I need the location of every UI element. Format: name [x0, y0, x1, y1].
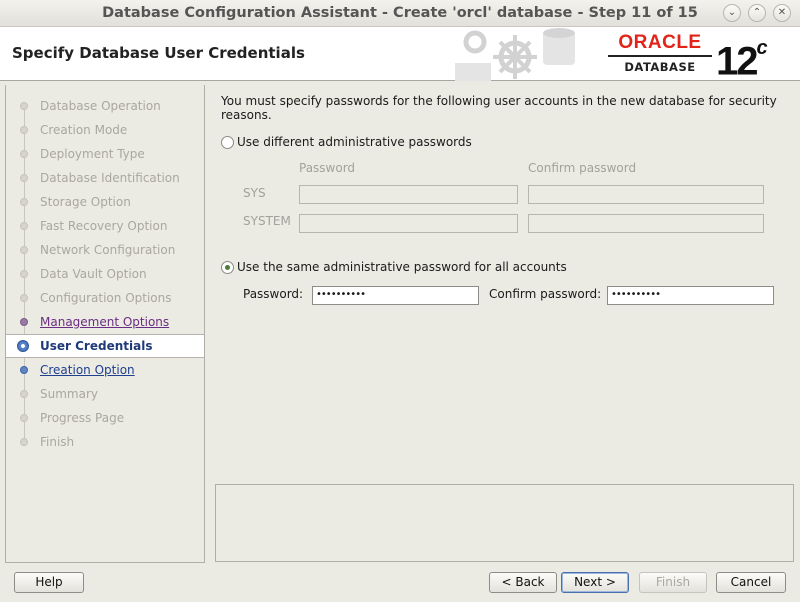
sys-confirm-field[interactable]	[528, 185, 764, 204]
system-label: SYSTEM	[243, 214, 291, 228]
version-number: 12	[716, 39, 758, 84]
logo-divider	[608, 55, 712, 57]
sidebar-step: Finish	[6, 430, 204, 454]
step-indicator-icon	[20, 270, 28, 278]
sys-label: SYS	[243, 186, 266, 200]
password-column-header: Password	[299, 161, 356, 175]
version-badge: 12c	[716, 32, 768, 83]
step-indicator-icon	[20, 222, 28, 230]
confirm-password-label: Confirm password:	[489, 287, 602, 301]
step-indicator-icon	[20, 390, 28, 398]
title-bar: Database Configuration Assistant - Creat…	[0, 0, 800, 27]
back-button[interactable]: < Back	[489, 572, 557, 593]
confirm-column-header: Confirm password	[528, 161, 637, 175]
oracle-database-label: DATABASE	[624, 60, 696, 74]
sidebar-step: Database Identification	[6, 166, 204, 190]
sidebar-step-label: Creation Mode	[40, 123, 128, 137]
system-confirm-field[interactable]	[528, 214, 764, 233]
sidebar-step: Deployment Type	[6, 142, 204, 166]
intro-text: You must specify passwords for the follo…	[221, 94, 777, 122]
sidebar-step: Summary	[6, 382, 204, 406]
sys-password-field[interactable]	[299, 185, 518, 204]
step-indicator-icon	[20, 102, 28, 110]
window-title: Database Configuration Assistant - Creat…	[102, 5, 698, 21]
step-indicator-icon	[20, 198, 28, 206]
same-password-label[interactable]: Use the same administrative password for…	[237, 260, 567, 274]
different-passwords-label[interactable]: Use different administrative passwords	[237, 135, 472, 149]
oracle-logo: ORACLE DATABASE	[608, 33, 712, 74]
sidebar-step-label: Configuration Options	[40, 291, 172, 305]
sidebar-step-label: Summary	[40, 387, 98, 401]
step-indicator-icon	[20, 438, 28, 446]
confirm-password-field[interactable]: ••••••••••	[607, 286, 774, 305]
sidebar-step: Storage Option	[6, 190, 204, 214]
sidebar-step[interactable]: Creation Option	[6, 358, 204, 382]
password-label: Password:	[243, 287, 304, 301]
step-indicator-icon	[20, 414, 28, 422]
sidebar-step-label: Storage Option	[40, 195, 131, 209]
sidebar-step-label[interactable]: Management Options	[40, 315, 169, 329]
sidebar-step: Database Operation	[6, 94, 204, 118]
sidebar-step: Creation Mode	[6, 118, 204, 142]
sidebar-step-label: User Credentials	[40, 339, 153, 353]
minimize-button[interactable]: ⌄	[723, 4, 741, 22]
sidebar-step: User Credentials	[6, 334, 204, 358]
sidebar-step: Configuration Options	[6, 286, 204, 310]
close-button[interactable]: ✕	[773, 4, 791, 22]
help-button[interactable]: Help	[14, 572, 84, 593]
sidebar-step-label: Fast Recovery Option	[40, 219, 168, 233]
step-indicator-icon	[20, 126, 28, 134]
page-title: Specify Database User Credentials	[12, 44, 305, 62]
step-indicator-icon	[20, 294, 28, 302]
sidebar-step: Fast Recovery Option	[6, 214, 204, 238]
page-header: Specify Database User Credentials ORACLE…	[0, 27, 800, 83]
sidebar-step: Network Configuration	[6, 238, 204, 262]
next-button[interactable]: Next >	[561, 572, 629, 593]
sidebar-step-label[interactable]: Creation Option	[40, 363, 135, 377]
sidebar-step-label: Data Vault Option	[40, 267, 147, 281]
same-password-radio[interactable]	[221, 261, 234, 274]
gears-graphic-icon	[455, 28, 575, 81]
sidebar-step[interactable]: Management Options	[6, 310, 204, 334]
sidebar-step: Data Vault Option	[6, 262, 204, 286]
sidebar-step: Progress Page	[6, 406, 204, 430]
different-passwords-radio[interactable]	[221, 136, 234, 149]
step-indicator-icon	[20, 318, 28, 326]
steps-sidebar: Database Operation Creation Mode Deploymen…	[5, 85, 205, 563]
oracle-wordmark: ORACLE	[618, 32, 702, 53]
sidebar-step-label: Progress Page	[40, 411, 125, 425]
message-panel	[215, 484, 794, 562]
sidebar-step-label: Database Operation	[40, 99, 161, 113]
finish-button[interactable]: Finish	[639, 572, 707, 593]
password-field[interactable]: ••••••••••	[312, 286, 479, 305]
sidebar-step-label: Finish	[40, 435, 75, 449]
sidebar-step-label: Deployment Type	[40, 147, 145, 161]
sidebar-step-label: Network Configuration	[40, 243, 176, 257]
step-indicator-icon	[20, 246, 28, 254]
step-indicator-icon	[20, 150, 28, 158]
system-password-field[interactable]	[299, 214, 518, 233]
cancel-button[interactable]: Cancel	[716, 572, 786, 593]
maximize-button[interactable]: ⌃	[748, 4, 766, 22]
step-indicator-icon	[17, 340, 29, 352]
sidebar-step-label: Database Identification	[40, 171, 180, 185]
version-suffix: c	[756, 37, 768, 59]
step-indicator-icon	[20, 366, 28, 374]
step-indicator-icon	[20, 174, 28, 182]
